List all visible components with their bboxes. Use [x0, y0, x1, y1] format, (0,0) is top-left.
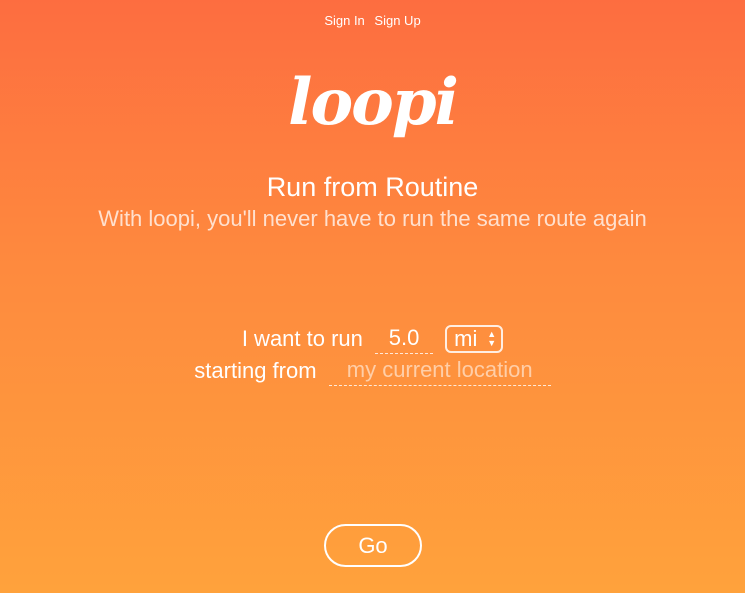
- distance-label: I want to run: [241, 325, 363, 351]
- location-row: starting from: [0, 355, 745, 386]
- sign-in-link[interactable]: Sign In: [324, 13, 364, 28]
- sign-up-link[interactable]: Sign Up: [374, 13, 420, 28]
- unit-select[interactable]: mi ▲ ▼: [445, 324, 504, 353]
- top-nav: Sign In Sign Up: [0, 13, 745, 28]
- location-label: starting from: [194, 357, 317, 383]
- go-button[interactable]: Go: [324, 524, 422, 567]
- location-input[interactable]: [328, 355, 551, 386]
- hero-subtitle: With loopi, you'll never have to run the…: [98, 206, 647, 231]
- unit-selected-value: mi: [454, 325, 478, 351]
- select-arrows-icon: ▲ ▼: [487, 328, 497, 348]
- loopi-logo: loopi: [288, 65, 459, 140]
- distance-input[interactable]: [375, 323, 434, 354]
- hero-title: Run from Routine: [266, 172, 479, 202]
- distance-row: I want to run mi ▲▼: [0, 323, 745, 354]
